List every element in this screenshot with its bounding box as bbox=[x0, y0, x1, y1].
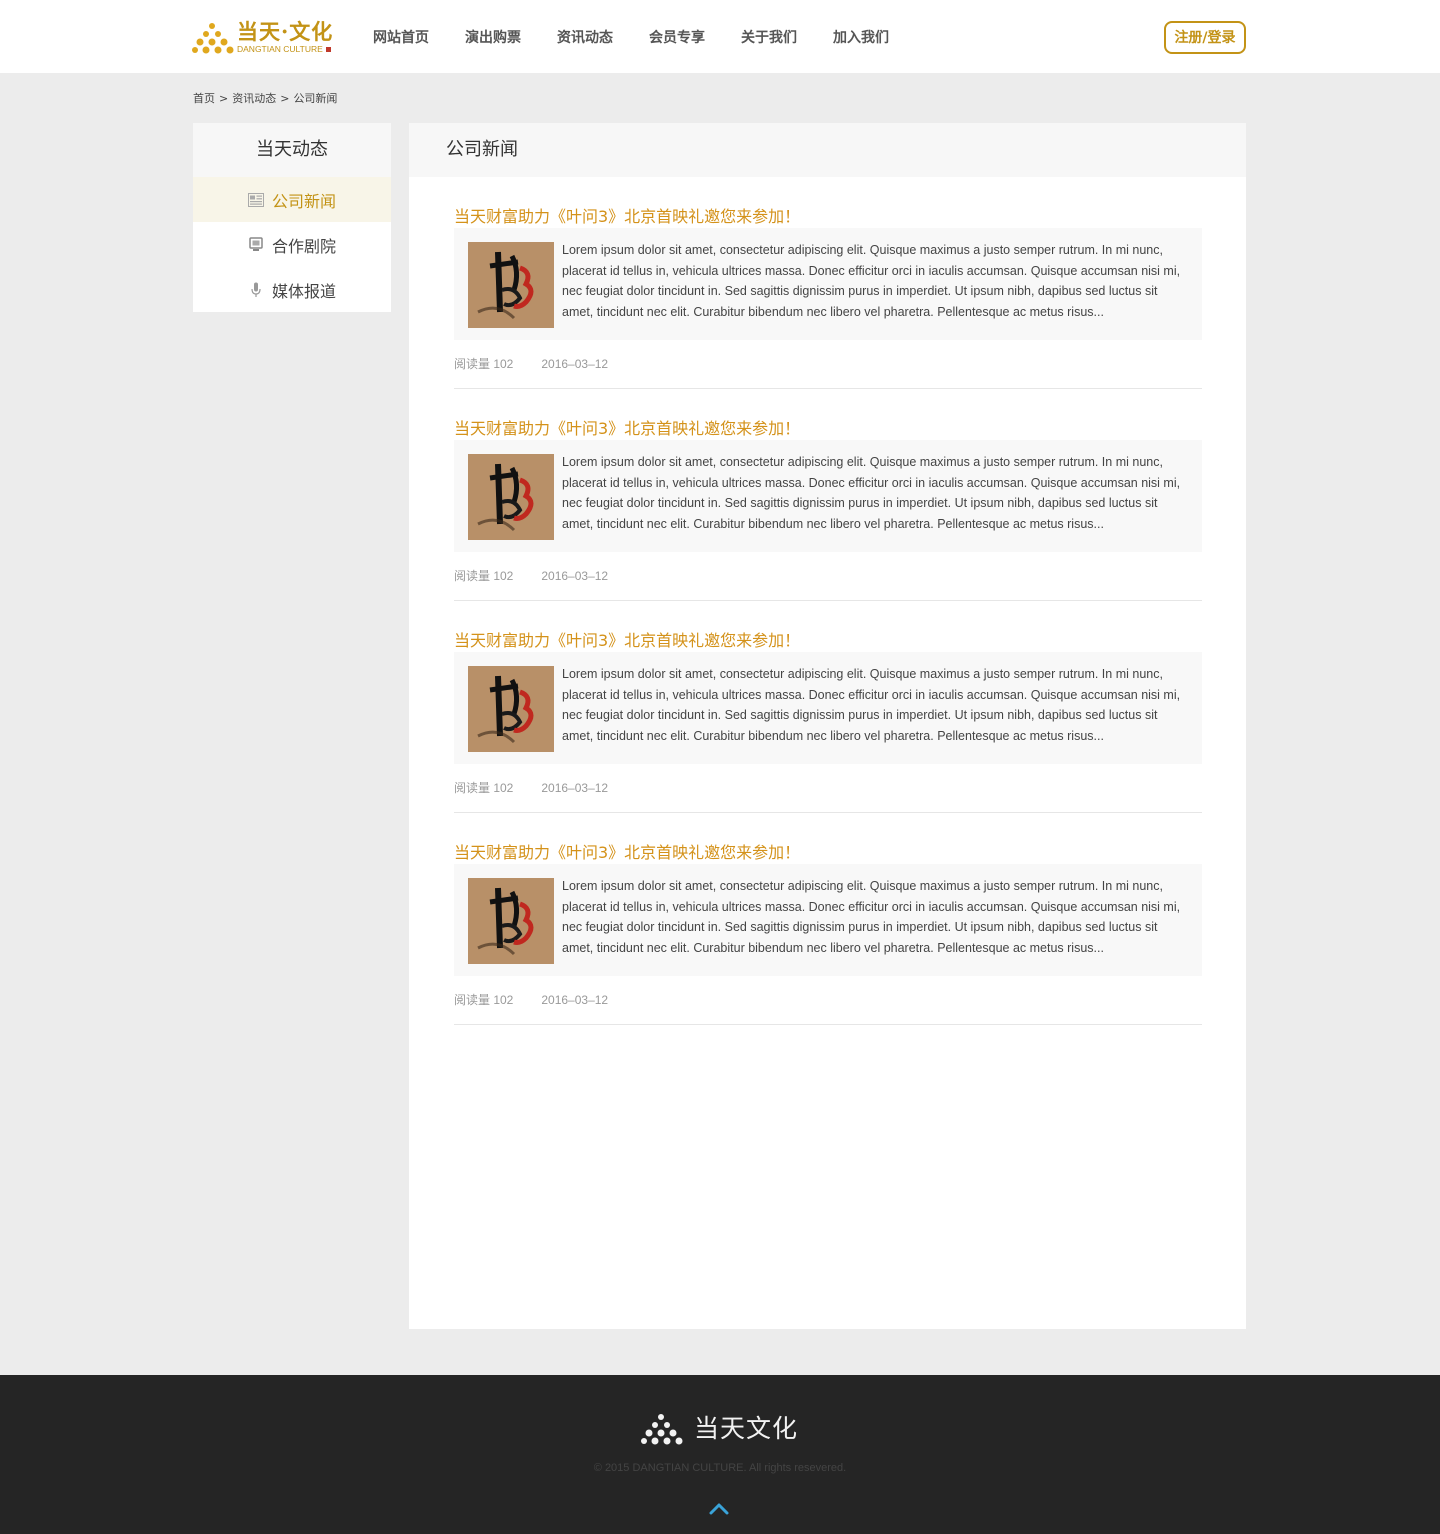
movie-poster-image bbox=[468, 454, 554, 540]
brand-name-cn: 当天·文化 bbox=[237, 19, 334, 44]
copyright-text: © 2015 DANGTIAN CULTURE. All rights rese… bbox=[593, 1462, 847, 1474]
main-content: 公司新闻 当天财富助力《叶问3》北京首映礼邀您来参加！ Lorem ipsum … bbox=[409, 123, 1246, 1329]
article-summary: Lorem ipsum dolor sit amet, consectetur … bbox=[454, 440, 1202, 552]
breadcrumb: 首页 > 资讯动态 > 公司新闻 bbox=[193, 90, 337, 106]
logo-dots-icon bbox=[192, 23, 234, 54]
theater-icon bbox=[248, 237, 264, 253]
sidebar-item-label: 公司新闻 bbox=[271, 191, 336, 211]
breadcrumb-separator: > bbox=[219, 92, 229, 105]
article-summary: Lorem ipsum dolor sit amet, consectetur … bbox=[454, 652, 1202, 764]
login-button[interactable]: 注册/登录 bbox=[1164, 21, 1246, 54]
article-views: 阅读量 102 bbox=[454, 569, 514, 583]
article-date: 2016–03–12 bbox=[541, 357, 609, 371]
article-thumbnail[interactable] bbox=[468, 454, 554, 540]
microphone-icon bbox=[248, 282, 264, 298]
sidebar-item-label: 合作剧院 bbox=[271, 236, 336, 256]
article-summary: Lorem ipsum dolor sit amet, consectetur … bbox=[454, 864, 1202, 976]
article-excerpt: Lorem ipsum dolor sit amet, consectetur … bbox=[562, 667, 1181, 743]
movie-poster-image bbox=[468, 878, 554, 964]
article-title-link[interactable]: 当天财富助力《叶问3》北京首映礼邀您来参加！ bbox=[454, 415, 800, 439]
article-excerpt: Lorem ipsum dolor sit amet, consectetur … bbox=[562, 243, 1181, 319]
back-to-top-button[interactable] bbox=[708, 1499, 730, 1517]
main-nav: 网站首页 演出购票 资讯动态 会员专享 关于我们 加入我们 bbox=[373, 0, 925, 73]
nav-item-news[interactable]: 资讯动态 bbox=[557, 0, 613, 73]
article-views: 阅读量 102 bbox=[454, 781, 514, 795]
nav-item-members[interactable]: 会员专享 bbox=[649, 0, 705, 73]
brand-logo[interactable]: 当天·文化 DANGTIAN CULTURE bbox=[192, 20, 342, 56]
article-date: 2016–03–12 bbox=[541, 569, 609, 583]
article-title-link[interactable]: 当天财富助力《叶问3》北京首映礼邀您来参加！ bbox=[454, 839, 800, 863]
nav-item-tickets[interactable]: 演出购票 bbox=[465, 0, 521, 73]
nav-item-join[interactable]: 加入我们 bbox=[833, 0, 889, 73]
footer-brand-name: 当天文化 bbox=[694, 1414, 799, 1443]
article-title-link[interactable]: 当天财富助力《叶问3》北京首映礼邀您来参加！ bbox=[454, 627, 800, 651]
sidebar-item-label: 媒体报道 bbox=[271, 281, 336, 301]
sidebar-item-media[interactable]: 媒体报道 bbox=[193, 267, 391, 312]
nav-item-about[interactable]: 关于我们 bbox=[741, 0, 797, 73]
chevron-up-icon bbox=[709, 1503, 729, 1515]
footer-logo: 当天文化 bbox=[640, 1411, 810, 1447]
article-date: 2016–03–12 bbox=[541, 993, 609, 1007]
article-meta: 阅读量 102 2016–03–12 bbox=[454, 991, 608, 1008]
sidebar-title: 当天动态 bbox=[193, 123, 391, 177]
site-footer: 当天文化 © 2015 DANGTIAN CULTURE. All rights… bbox=[0, 1375, 1440, 1534]
article-thumbnail[interactable] bbox=[468, 242, 554, 328]
article-item: 当天财富助力《叶问3》北京首映礼邀您来参加！ Lorem ipsum dolor bbox=[454, 813, 1202, 1025]
article-thumbnail[interactable] bbox=[468, 878, 554, 964]
article-list: 当天财富助力《叶问3》北京首映礼邀您来参加！ Lorem ipsum dolor bbox=[454, 177, 1202, 1025]
sidebar-item-company-news[interactable]: 公司新闻 bbox=[193, 177, 391, 222]
article-excerpt: Lorem ipsum dolor sit amet, consectetur … bbox=[562, 455, 1181, 531]
movie-poster-image bbox=[468, 242, 554, 328]
site-header: 当天·文化 DANGTIAN CULTURE 网站首页 演出购票 资讯动态 会员… bbox=[0, 0, 1440, 73]
brand-name-en: DANGTIAN CULTURE bbox=[237, 44, 331, 54]
logo-dots-icon bbox=[641, 1414, 683, 1445]
breadcrumb-home[interactable]: 首页 bbox=[193, 92, 215, 105]
newspaper-icon bbox=[247, 192, 264, 208]
article-item: 当天财富助力《叶问3》北京首映礼邀您来参加！ Lorem ipsum dolor bbox=[454, 177, 1202, 389]
breadcrumb-current: 公司新闻 bbox=[293, 92, 338, 105]
article-item: 当天财富助力《叶问3》北京首映礼邀您来参加！ Lorem ipsum dolor bbox=[454, 389, 1202, 601]
article-summary: Lorem ipsum dolor sit amet, consectetur … bbox=[454, 228, 1202, 340]
sidebar-item-theaters[interactable]: 合作剧院 bbox=[193, 222, 391, 267]
sidebar: 当天动态 公司新闻 合作剧院 媒体报道 bbox=[193, 123, 391, 312]
article-views: 阅读量 102 bbox=[454, 357, 514, 371]
breadcrumb-separator: > bbox=[280, 92, 290, 105]
article-excerpt: Lorem ipsum dolor sit amet, consectetur … bbox=[562, 879, 1181, 955]
article-views: 阅读量 102 bbox=[454, 993, 514, 1007]
article-date: 2016–03–12 bbox=[541, 781, 609, 795]
article-title-link[interactable]: 当天财富助力《叶问3》北京首映礼邀您来参加！ bbox=[454, 203, 800, 227]
movie-poster-image bbox=[468, 666, 554, 752]
article-item: 当天财富助力《叶问3》北京首映礼邀您来参加！ Lorem ipsum dolor bbox=[454, 601, 1202, 813]
article-meta: 阅读量 102 2016–03–12 bbox=[454, 567, 608, 584]
breadcrumb-section[interactable]: 资讯动态 bbox=[232, 92, 276, 105]
article-thumbnail[interactable] bbox=[468, 666, 554, 752]
article-meta: 阅读量 102 2016–03–12 bbox=[454, 355, 608, 372]
nav-item-home[interactable]: 网站首页 bbox=[373, 0, 429, 73]
article-meta: 阅读量 102 2016–03–12 bbox=[454, 779, 608, 796]
page-title: 公司新闻 bbox=[409, 123, 1246, 177]
